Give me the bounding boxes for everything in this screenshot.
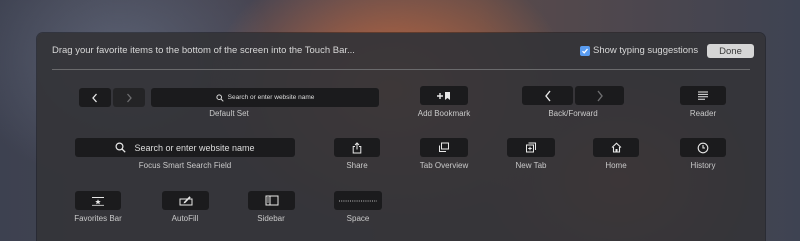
search-placeholder-text: Search or enter website name (227, 94, 315, 101)
tab-overview-key[interactable] (420, 138, 468, 157)
focus-search-label: Focus Smart Search Field (138, 161, 232, 170)
chevron-left-icon (544, 90, 551, 101)
customize-touch-bar-sheet: Drag your favorite items to the bottom o… (37, 33, 765, 241)
back-forward-back-key[interactable] (522, 86, 573, 105)
done-button[interactable]: Done (707, 44, 754, 58)
instruction-text: Drag your favorite items to the bottom o… (52, 45, 355, 56)
sidebar-key[interactable] (248, 191, 295, 210)
new-tab-label: New Tab (515, 161, 547, 170)
search-key[interactable]: Search or enter website name (151, 88, 379, 107)
autofill-key[interactable] (162, 191, 209, 210)
sidebar-label: Sidebar (257, 214, 285, 223)
show-typing-suggestions-checkbox[interactable]: Show typing suggestions (580, 45, 698, 56)
space-label: Space (346, 214, 370, 223)
default-set-label: Default Set (209, 109, 249, 118)
tab-overview-icon (439, 142, 449, 152)
add-bookmark-key[interactable] (420, 86, 468, 105)
clock-icon (697, 142, 709, 153)
reader-label: Reader (689, 109, 717, 118)
share-label: Share (346, 161, 368, 170)
focus-search-placeholder-text: Search or enter website name (134, 142, 255, 153)
history-key[interactable] (680, 138, 726, 157)
checkmark-icon[interactable] (580, 45, 590, 56)
sidebar-icon (265, 195, 278, 206)
chevron-left-icon (92, 93, 97, 102)
reader-key[interactable] (680, 86, 726, 105)
history-label: History (690, 161, 716, 170)
favorites-bar-label: Favorites Bar (74, 214, 122, 223)
reader-icon (698, 91, 708, 100)
search-icon (216, 93, 224, 102)
space-icon (339, 200, 377, 201)
home-icon (611, 142, 621, 153)
search-icon (115, 142, 127, 153)
chevron-right-icon (127, 93, 132, 102)
show-typing-suggestions-label: Show typing suggestions (593, 45, 699, 56)
autofill-label: AutoFill (171, 214, 199, 223)
forward-key[interactable] (113, 88, 145, 107)
add-bookmark-icon (437, 91, 450, 100)
new-tab-key[interactable] (507, 138, 555, 157)
new-tab-icon (526, 142, 536, 153)
share-key[interactable] (334, 138, 380, 157)
back-forward-forward-key[interactable] (575, 86, 624, 105)
back-key[interactable] (79, 88, 111, 107)
autofill-icon (179, 196, 192, 206)
tab-overview-label: Tab Overview (419, 161, 469, 170)
back-forward-label: Back/Forward (548, 109, 598, 118)
favorites-bar-key[interactable] (75, 191, 121, 210)
sheet-header: Drag your favorite items to the bottom o… (37, 33, 765, 69)
space-key[interactable] (334, 191, 382, 210)
chevron-right-icon (596, 90, 603, 101)
home-label: Home (605, 161, 627, 170)
focus-search-key[interactable]: Search or enter website name (75, 138, 295, 157)
add-bookmark-label: Add Bookmark (417, 109, 471, 118)
divider (52, 69, 750, 70)
favorites-bar-icon (92, 196, 104, 206)
share-icon (352, 141, 362, 153)
home-key[interactable] (593, 138, 639, 157)
